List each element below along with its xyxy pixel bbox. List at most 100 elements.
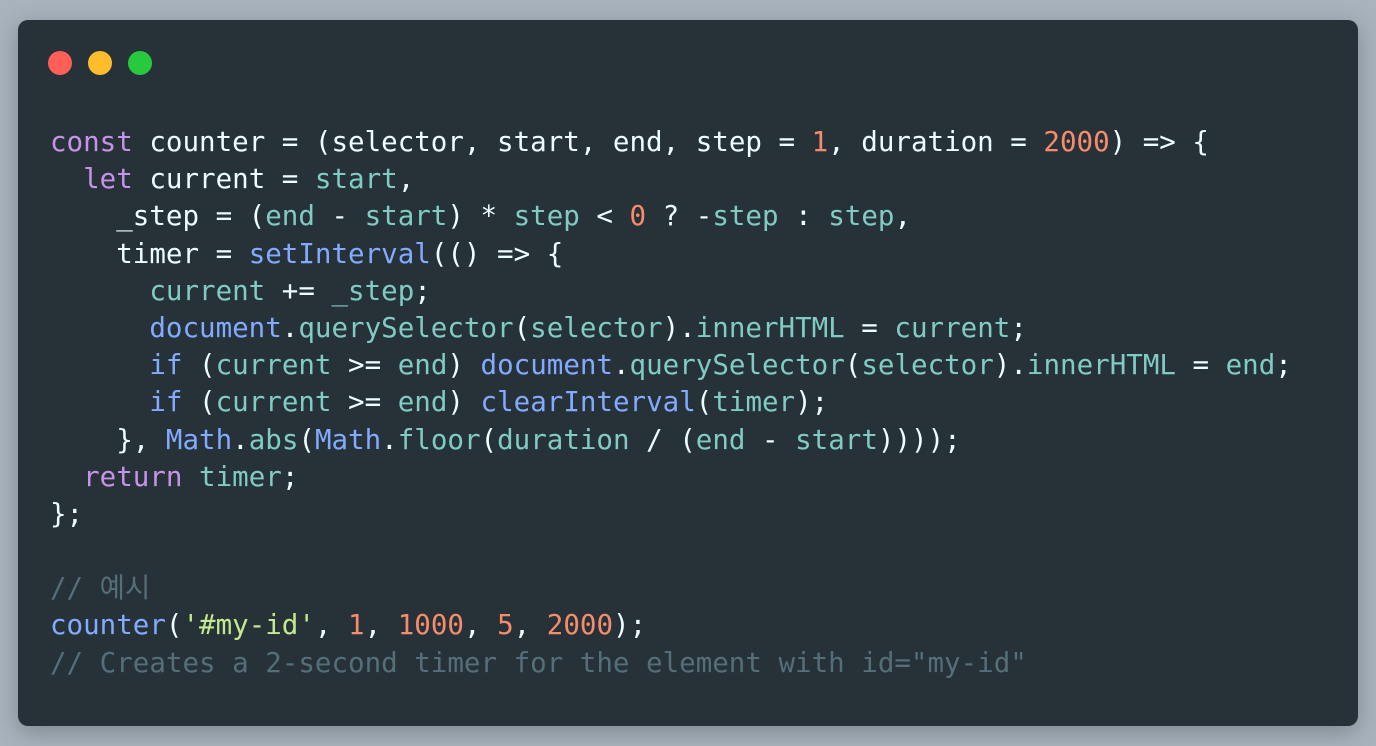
maximize-dot-icon[interactable] [128, 51, 152, 75]
code-token: }; [50, 497, 84, 530]
code-token: ) * [447, 200, 514, 233]
code-token: document [480, 349, 613, 382]
code-token: '#my-id' [182, 609, 315, 642]
code-window: const counter = (selector, start, end, s… [18, 20, 1358, 726]
code-token: innerHTML [1026, 349, 1176, 382]
code-token: 2000 [546, 609, 614, 642]
code-token: start [795, 423, 878, 456]
code-token: ( [695, 386, 713, 419]
code-token: , duration = [828, 126, 1044, 158]
code-token: ( [298, 423, 315, 456]
code-token: , [463, 609, 498, 642]
code-token: ( [165, 609, 183, 642]
code-token: 1 [811, 126, 829, 158]
code-token: current [215, 349, 332, 382]
code-token: 1 [348, 609, 365, 642]
code-token: let [83, 163, 133, 196]
code-token: ) [447, 349, 481, 382]
code-token: < [579, 200, 630, 233]
code-token: // Creates a 2-second timer for the elem… [50, 646, 1027, 679]
code-token: counter = (selector, start, end, step = [132, 126, 812, 158]
code-token: ( [513, 311, 531, 344]
code-token: setInterval [248, 237, 431, 270]
close-dot-icon[interactable] [48, 51, 72, 75]
code-token: >= [331, 349, 398, 382]
code-token: Math [314, 423, 382, 456]
code-line: // Creates a 2-second timer for the elem… [50, 645, 1292, 682]
code-token: step [828, 200, 895, 233]
code-token: step [513, 200, 580, 233]
code-token: , [513, 609, 547, 642]
code-block: const counter = (selector, start, end, s… [50, 124, 1292, 682]
code-line: if (current >= end) clearInterval(timer)… [50, 384, 1292, 421]
code-token: , [364, 609, 398, 642]
code-token: _step [331, 274, 415, 307]
code-token: ( [182, 349, 216, 382]
code-token: end [397, 386, 448, 419]
code-token: Math [165, 423, 233, 456]
code-token: current [215, 386, 332, 419]
code-token: ; [1010, 311, 1027, 344]
code-token: duration [497, 423, 630, 456]
code-token: // 예시 [50, 572, 151, 605]
code-token: - [314, 200, 365, 233]
code-token: timer [712, 386, 796, 419]
code-line: _step = (end - start) * step < 0 ? -step… [50, 198, 1292, 235]
code-token: }, [50, 423, 166, 456]
code-token: ( [182, 386, 216, 419]
code-token: if [149, 349, 183, 382]
code-token: end [265, 200, 315, 233]
code-token: , [894, 200, 912, 233]
code-token: _step = ( [50, 200, 266, 233]
code-token: selector [530, 311, 663, 344]
code-token: end [397, 349, 448, 382]
code-token: const [50, 126, 133, 158]
code-token: / ( [629, 423, 696, 456]
code-token: ? - [646, 200, 713, 233]
code-token: ) [447, 386, 481, 419]
code-token: selector [861, 349, 994, 382]
code-token: if [149, 386, 183, 419]
code-token: ; [414, 274, 431, 307]
code-token: = [1175, 349, 1226, 382]
code-token: . [381, 423, 398, 456]
code-token: , [397, 163, 415, 196]
code-line: current += _step; [50, 273, 1292, 310]
code-token: end [695, 423, 746, 456]
code-token: , [314, 609, 349, 642]
code-token: ). [993, 349, 1027, 382]
code-token: floor [397, 423, 481, 456]
code-token: . [281, 311, 299, 344]
code-token: ; [1275, 349, 1292, 382]
code-token: ); [613, 609, 647, 642]
code-token: return [83, 460, 183, 493]
code-line: if (current >= end) document.querySelect… [50, 347, 1292, 384]
code-token: innerHTML [695, 311, 845, 344]
minimize-dot-icon[interactable] [88, 51, 112, 75]
code-token: step [712, 200, 779, 233]
code-token: (() => { [430, 237, 564, 270]
code-token: : [778, 200, 829, 233]
code-token: ( [844, 349, 862, 382]
code-token: timer = [50, 237, 249, 270]
code-token: end [1225, 349, 1276, 382]
code-token: ( [480, 423, 498, 456]
code-token: ). [662, 311, 696, 344]
code-line: const counter = (selector, start, end, s… [50, 124, 1292, 161]
code-token: . [612, 349, 630, 382]
code-token: current = [132, 163, 315, 196]
code-token: querySelector [298, 311, 514, 344]
code-token: . [232, 423, 249, 456]
code-token: - [745, 423, 796, 456]
code-token: 0 [629, 200, 647, 233]
code-token: start [364, 200, 448, 233]
code-line: return timer; [50, 459, 1292, 496]
code-token: 2000 [1043, 126, 1110, 158]
code-token: ; [281, 460, 299, 493]
code-line: // 예시 [50, 570, 1292, 607]
